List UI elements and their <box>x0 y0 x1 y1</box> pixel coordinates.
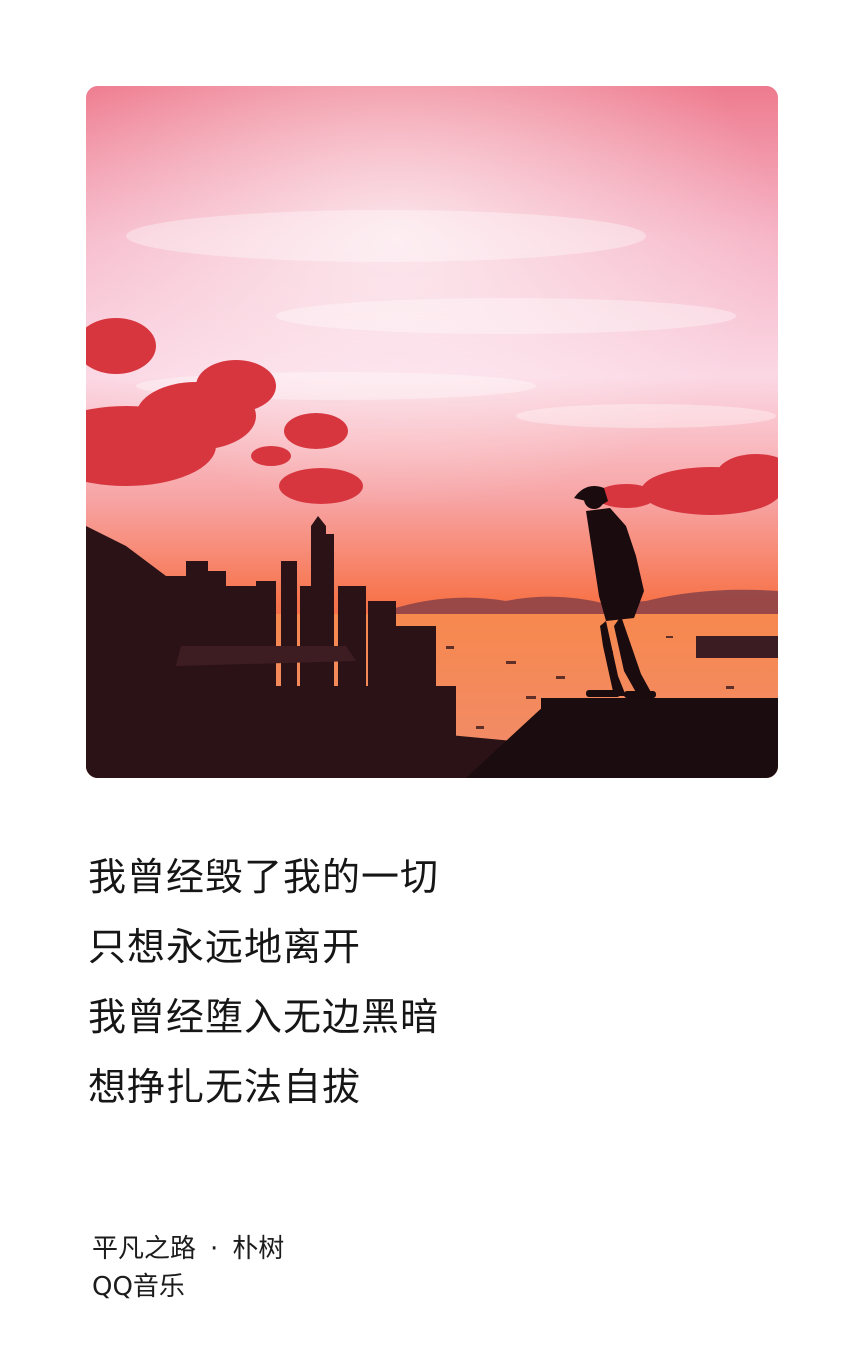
sunset-city-illustration <box>86 86 778 778</box>
cover-image <box>86 86 778 778</box>
lyric-line: 想挣扎无法自拔 <box>88 1065 362 1109</box>
artist-name[interactable]: 朴树 <box>232 1234 284 1264</box>
separator-dot: · <box>210 1234 219 1264</box>
lyric-line: 我曾经堕入无边黑暗 <box>88 995 440 1039</box>
song-info-row[interactable]: 平凡之路 · 朴树 <box>92 1230 284 1268</box>
lyrics-block: 我曾经毁了我的一切 只想永远地离开 我曾经堕入无边黑暗 想挣扎无法自拔 <box>88 842 439 1122</box>
song-credit: 平凡之路 · 朴树 QQ音乐 <box>92 1230 284 1306</box>
lyric-line: 我曾经毁了我的一切 <box>88 855 440 899</box>
source-app-label: QQ音乐 <box>92 1272 185 1302</box>
song-title[interactable]: 平凡之路 <box>92 1234 196 1264</box>
lyric-line: 只想永远地离开 <box>88 925 362 969</box>
